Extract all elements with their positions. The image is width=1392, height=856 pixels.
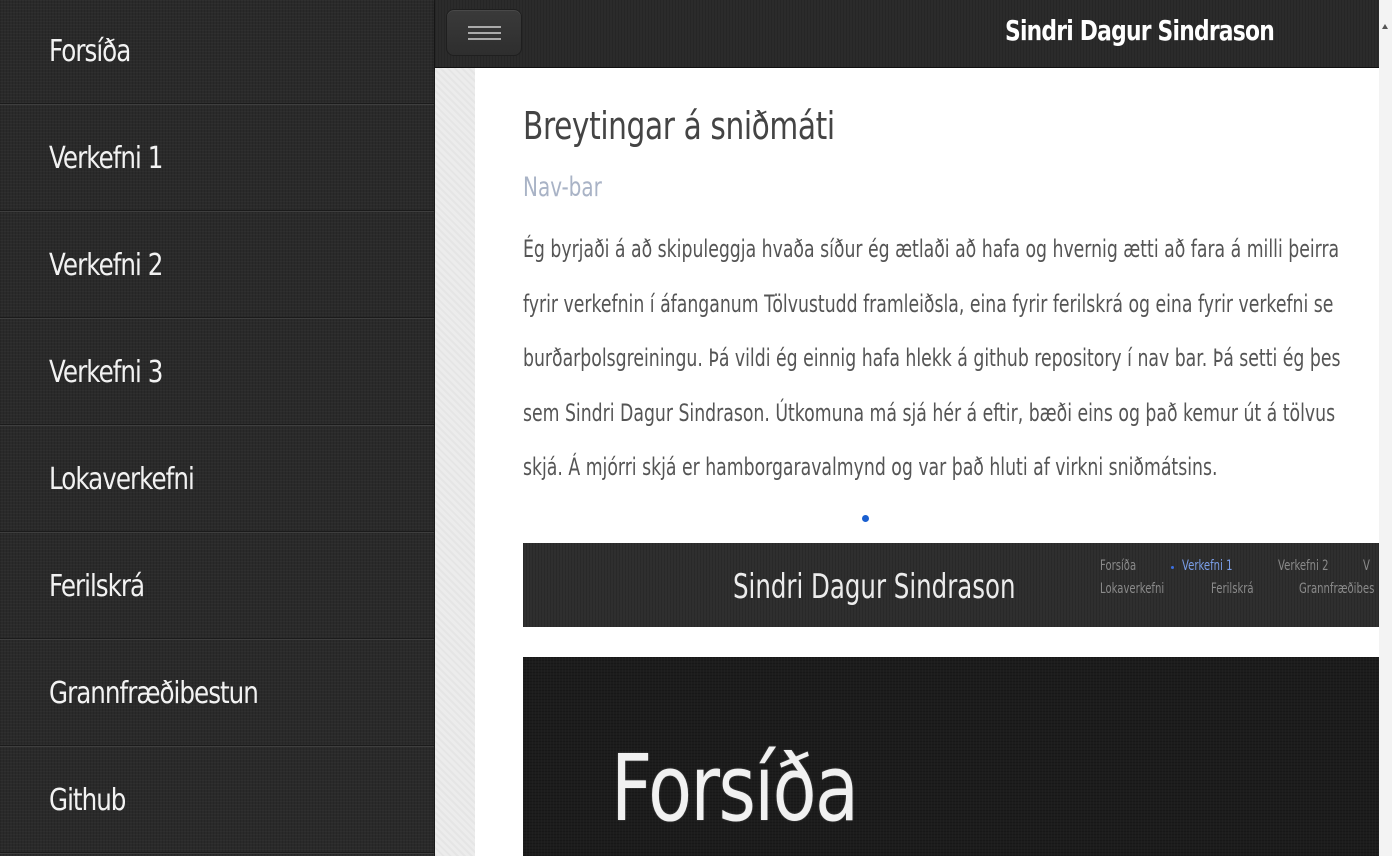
preview-link-active: Verkefni 1 (1182, 558, 1233, 574)
body-paragraph: Ég byrjaði á að skipuleggja hvaða síður … (523, 222, 1379, 495)
preview-link: Grannfræðibes (1299, 581, 1375, 597)
sidebar-item-verkefni-2[interactable]: Verkefni 2 (0, 212, 434, 319)
sidebar-item-label: Verkefni 2 (49, 247, 163, 283)
page-heading: Breytingar á sniðmáti (523, 104, 835, 148)
preview-link: Forsíða (1100, 558, 1137, 574)
indicator-dot (862, 515, 869, 522)
preview-link: Lokaverkefni (1100, 581, 1165, 597)
sidebar: Forsíða Verkefni 1 Verkefni 2 Verkefni 3… (0, 0, 435, 856)
sidebar-item-label: Verkefni 3 (49, 354, 163, 390)
preview-brand: Sindri Dagur Sindrason (733, 567, 1016, 607)
paragraph-line: Ég byrjaði á að skipuleggja hvaða síður … (523, 235, 1340, 263)
content-gutter (435, 68, 475, 856)
sidebar-item-lokaverkefni[interactable]: Lokaverkefni (0, 426, 434, 533)
sidebar-item-label: Verkefni 1 (49, 140, 163, 176)
preview-link: Ferilskrá (1211, 581, 1254, 597)
paragraph-line: skjá. Á mjórri skjá er hamborgaravalmynd… (523, 453, 1218, 481)
preview-active-dot (1171, 566, 1174, 569)
main-content: Breytingar á sniðmáti Nav-bar Ég byrjaði… (475, 68, 1379, 856)
sidebar-item-grannfraedibestun[interactable]: Grannfræðibestun (0, 640, 434, 747)
preview-big-label: Forsíða (611, 735, 859, 842)
sidebar-item-label: Forsíða (49, 34, 131, 69)
sidebar-item-label: Grannfræðibestun (49, 675, 259, 711)
navbar-preview-image: Sindri Dagur Sindrason Forsíða Verkefni … (523, 543, 1379, 627)
sidebar-item-forsida[interactable]: Forsíða (0, 0, 434, 105)
preview-link: Verkefni 2 (1278, 558, 1329, 574)
paragraph-line: sem Sindri Dagur Sindrason. Útkomuna má … (523, 398, 1336, 427)
preview-link: V (1363, 558, 1370, 574)
top-navbar: Sindri Dagur Sindrason (435, 0, 1379, 68)
sidebar-item-ferilskra[interactable]: Ferilskrá (0, 533, 434, 640)
sidebar-item-label: Lokaverkefni (49, 461, 195, 497)
hamburger-icon (467, 25, 501, 40)
site-title[interactable]: Sindri Dagur Sindrason (1005, 14, 1275, 47)
sidebar-item-label: Github (49, 782, 126, 818)
section-subheading: Nav-bar (523, 172, 602, 203)
sidebar-item-verkefni-1[interactable]: Verkefni 1 (0, 105, 434, 212)
menu-toggle-button[interactable] (446, 9, 522, 56)
sidebar-preview-image: Forsíða (523, 657, 1379, 856)
scrollbar[interactable] (1379, 0, 1392, 856)
sidebar-item-label: Ferilskrá (49, 568, 145, 604)
paragraph-line: burðarþolsgreiningu. Þá vildi ég einnig … (523, 344, 1341, 372)
scroll-up-icon[interactable] (1382, 24, 1388, 29)
sidebar-item-verkefni-3[interactable]: Verkefni 3 (0, 319, 434, 426)
paragraph-line: fyrir verkefnin í áfanganum Tölvustudd f… (523, 289, 1334, 318)
sidebar-item-github[interactable]: Github (0, 747, 434, 854)
